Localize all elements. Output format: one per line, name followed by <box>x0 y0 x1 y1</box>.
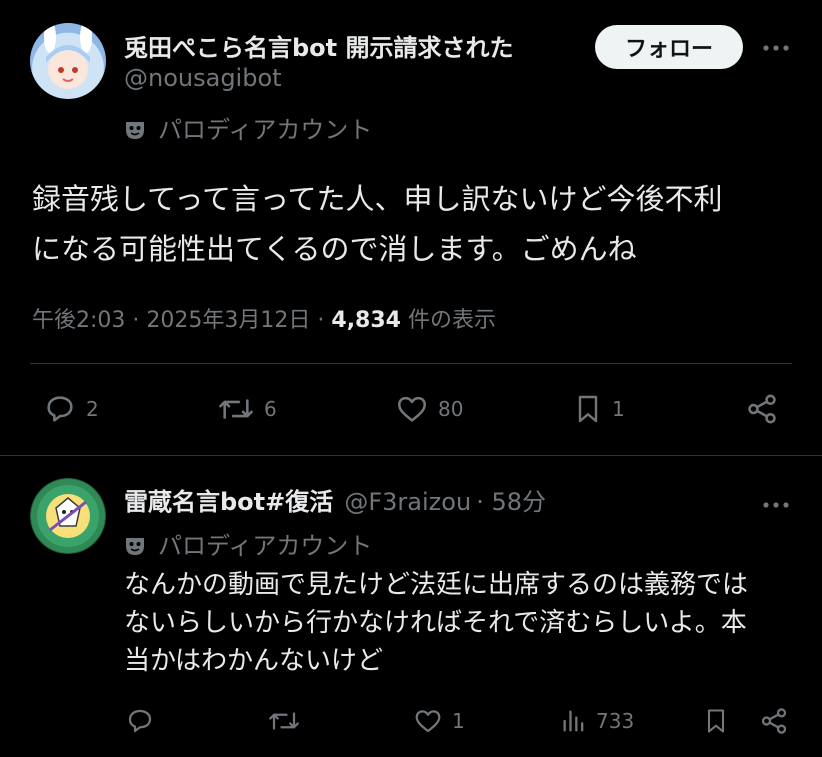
tweet-time[interactable]: 午後2:03 <box>32 308 125 333</box>
repost-button[interactable]: 6 <box>216 392 277 426</box>
share-button[interactable] <box>744 392 780 426</box>
parody-label-row: パロディアカウント <box>124 110 372 145</box>
view-count-label: 件の表示 <box>407 308 496 333</box>
reply-more-options-icon[interactable] <box>762 491 790 516</box>
like-count: 80 <box>438 397 464 421</box>
reply-text-line: なんかの動画で見たけど法廷に出席するのは義務では <box>124 570 749 600</box>
more-options-icon[interactable] <box>762 34 790 59</box>
avatar-illustration <box>31 479 105 553</box>
tweet-text: 録音残してって言ってた人、申し訳ないけど今後不利 になる可能性出てくるので消しま… <box>32 174 802 274</box>
like-button[interactable]: 80 <box>394 392 463 426</box>
parody-label: パロディアカウント <box>158 116 373 144</box>
share-icon <box>748 394 776 424</box>
follow-button[interactable]: フォロー <box>595 25 743 69</box>
view-count: 4,834 <box>331 308 401 333</box>
reply-like-count: 1 <box>452 709 465 733</box>
reply-author-handle[interactable]: @F3raizou <box>344 488 471 516</box>
avatar-illustration <box>44 23 92 89</box>
repost-count: 6 <box>264 397 277 421</box>
repost-icon <box>219 399 253 419</box>
reply-analytics-button[interactable]: 733 <box>560 706 634 736</box>
bookmark-button[interactable]: 1 <box>572 392 625 426</box>
reply-time[interactable]: 58分 <box>492 488 547 516</box>
bookmark-icon <box>578 395 598 423</box>
reply-like-button[interactable]: 1 <box>412 706 465 736</box>
divider <box>30 363 792 364</box>
parody-label: パロディアカウント <box>158 532 373 560</box>
reply-header: 雷蔵名言bot#復活 @F3raizou · 58分 <box>124 488 547 516</box>
divider <box>0 455 822 456</box>
avatar[interactable] <box>30 23 106 99</box>
reply-count: 2 <box>86 397 99 421</box>
tweet-text-line: になる可能性出てくるので消します。ごめんね <box>32 232 637 266</box>
heart-icon <box>415 710 441 733</box>
tweet-date[interactable]: 2025年3月12日 <box>146 308 310 333</box>
reply-avatar[interactable] <box>30 478 106 554</box>
bookmark-count: 1 <box>612 397 625 421</box>
reply-share-button[interactable] <box>758 706 790 736</box>
bookmark-icon <box>707 709 725 733</box>
parody-mask-icon <box>124 535 146 557</box>
reply-reply-button[interactable] <box>124 706 156 736</box>
tweet-meta: 午後2:03 · 2025年3月12日 · 4,834 件の表示 <box>32 308 496 333</box>
reply-button[interactable]: 2 <box>42 392 99 426</box>
author-handle[interactable]: @nousagibot <box>124 64 282 92</box>
reply-text-line: ないらしいから行かなければそれで済むらしいよ。本 <box>124 608 747 638</box>
reply-author-name[interactable]: 雷蔵名言bot#復活 <box>124 488 333 516</box>
reply-view-count: 733 <box>596 709 635 733</box>
reply-repost-button[interactable] <box>266 706 302 736</box>
reply-parody-label-row: パロディアカウント <box>124 526 372 561</box>
reply-icon <box>128 709 152 733</box>
reply-text-line: 当かはわかんないけど <box>124 646 383 676</box>
heart-icon <box>397 396 427 422</box>
repost-icon <box>269 712 299 730</box>
author-name[interactable]: 兎田ぺこら名言bot 開示請求された <box>124 28 514 63</box>
share-icon <box>761 708 787 734</box>
tweet-text-line: 録音残してって言ってた人、申し訳ないけど今後不利 <box>32 182 723 216</box>
parody-mask-icon <box>124 119 146 141</box>
reply-bookmark-button[interactable] <box>702 706 730 736</box>
reply-icon <box>47 396 73 422</box>
reply-text: なんかの動画で見たけど法廷に出席するのは義務では ないらしいから行かなければそれ… <box>124 566 804 680</box>
analytics-icon <box>563 710 584 732</box>
